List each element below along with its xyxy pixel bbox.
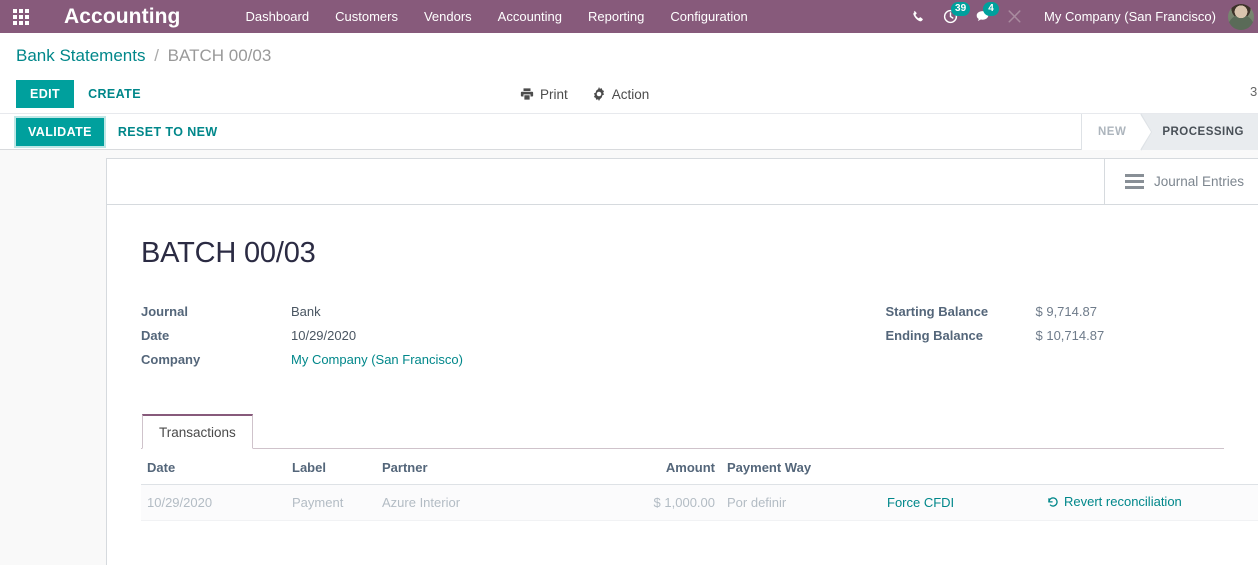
field-ending-balance-label: Ending Balance bbox=[885, 328, 984, 343]
notebook: Transactions Date Label Partner Amount P… bbox=[141, 414, 1258, 521]
systray: 39 4 My Company (San Francisco) bbox=[902, 0, 1258, 33]
column-header-spacer-1 bbox=[881, 449, 1041, 486]
status-pipeline: NEW PROCESSING bbox=[1080, 113, 1258, 151]
journal-entries-label: Journal Entries bbox=[1153, 174, 1244, 189]
transactions-table: Date Label Partner Amount Payment Way 10… bbox=[141, 449, 1258, 521]
revert-reconciliation-button[interactable]: Revert reconciliation bbox=[1047, 494, 1182, 509]
menu-item-accounting[interactable]: Accounting bbox=[485, 0, 575, 33]
create-button[interactable]: CREATE bbox=[88, 87, 141, 101]
company-switcher[interactable]: My Company (San Francisco) bbox=[1030, 9, 1228, 24]
phone-icon bbox=[913, 10, 923, 21]
field-ending-balance-value[interactable]: $ 10,714.87 bbox=[1036, 328, 1105, 343]
cell-partner: Azure Interior bbox=[376, 484, 596, 521]
field-starting-balance-value[interactable]: $ 9,714.87 bbox=[1036, 304, 1097, 319]
page-title: BATCH 00/03 bbox=[141, 237, 316, 269]
table-header-row: Date Label Partner Amount Payment Way bbox=[141, 449, 1258, 486]
menu-item-customers[interactable]: Customers bbox=[322, 0, 411, 33]
breadcrumb: Bank Statements / BATCH 00/03 bbox=[16, 46, 1258, 66]
messages-button[interactable]: 4 bbox=[966, 0, 1000, 33]
menu-item-configuration[interactable]: Configuration bbox=[657, 0, 760, 33]
control-panel-buttons: EDIT CREATE Print Action 3 bbox=[0, 75, 1258, 113]
field-date-label: Date bbox=[141, 328, 170, 343]
column-header-payment-way[interactable]: Payment Way bbox=[721, 449, 881, 486]
field-company-label: Company bbox=[141, 352, 201, 367]
field-date-value[interactable]: 10/29/2020 bbox=[291, 328, 356, 343]
menu-item-vendors[interactable]: Vendors bbox=[411, 0, 485, 33]
edit-button[interactable]: EDIT bbox=[16, 80, 75, 108]
field-company: Company My Company (San Francisco) bbox=[141, 352, 683, 376]
stat-button-box: Journal Entries bbox=[107, 159, 1258, 205]
form-sheet: Journal Entries BATCH 00/03 Journal Bank… bbox=[106, 158, 1258, 565]
print-menu[interactable]: Print bbox=[520, 87, 568, 102]
field-ending-balance: Ending Balance $ 10,714.87 bbox=[886, 328, 1225, 352]
column-header-partner[interactable]: Partner bbox=[376, 449, 596, 486]
breadcrumb-root-link[interactable]: Bank Statements bbox=[16, 46, 145, 65]
status-stage-processing[interactable]: PROCESSING bbox=[1140, 114, 1258, 150]
printer-icon bbox=[520, 88, 534, 100]
revert-reconciliation-label: Revert reconciliation bbox=[1064, 494, 1182, 510]
form-column-right: Starting Balance $ 9,714.87 Ending Balan… bbox=[683, 304, 1225, 376]
field-date: Date 10/29/2020 bbox=[141, 328, 683, 352]
column-header-date[interactable]: Date bbox=[141, 449, 286, 486]
phone-button[interactable] bbox=[902, 0, 934, 33]
menu-item-reporting[interactable]: Reporting bbox=[575, 0, 657, 33]
print-label: Print bbox=[540, 86, 568, 102]
field-company-value[interactable]: My Company (San Francisco) bbox=[291, 352, 463, 367]
cell-amount: $ 1,000.00 bbox=[596, 484, 721, 521]
form-column-left: Journal Bank Date 10/29/2020 Company My … bbox=[141, 304, 683, 376]
activities-button[interactable]: 39 bbox=[934, 0, 971, 33]
control-panel-top: Bank Statements / BATCH 00/03 bbox=[0, 33, 1258, 75]
field-starting-balance-label: Starting Balance bbox=[885, 304, 989, 319]
notebook-tabs: Transactions bbox=[141, 414, 1224, 449]
cell-date: 10/29/2020 bbox=[141, 484, 286, 521]
apps-grid-icon bbox=[13, 8, 29, 25]
cell-revert-reconciliation: Revert reconciliation bbox=[1041, 484, 1258, 521]
revert-arrow-icon bbox=[1048, 496, 1058, 507]
field-journal-value[interactable]: Bank bbox=[291, 304, 321, 319]
app-brand-name[interactable]: Accounting bbox=[42, 5, 191, 29]
reset-to-new-button[interactable]: RESET TO NEW bbox=[118, 125, 218, 139]
breadcrumb-separator: / bbox=[154, 46, 159, 65]
cell-label: Payment bbox=[286, 484, 376, 521]
record-pager[interactable]: 3 bbox=[1250, 84, 1258, 99]
breadcrumb-current: BATCH 00/03 bbox=[167, 46, 272, 65]
column-header-spacer-2 bbox=[1041, 449, 1258, 486]
gear-icon bbox=[593, 87, 604, 101]
cell-force-cfdi: Force CFDI bbox=[881, 484, 1041, 521]
column-header-label[interactable]: Label bbox=[286, 449, 376, 486]
messages-count-badge: 4 bbox=[983, 2, 1000, 16]
form-fields: Journal Bank Date 10/29/2020 Company My … bbox=[141, 304, 1224, 376]
content-area: Journal Entries BATCH 00/03 Journal Bank… bbox=[0, 150, 1258, 565]
action-label: Action bbox=[611, 86, 650, 102]
column-header-amount[interactable]: Amount bbox=[596, 449, 721, 486]
force-cfdi-button[interactable]: Force CFDI bbox=[887, 495, 954, 510]
tools-button[interactable] bbox=[998, 0, 1030, 33]
table-row[interactable]: 10/29/2020 Payment Azure Interior $ 1,00… bbox=[141, 484, 1258, 521]
action-menu[interactable]: Action bbox=[592, 86, 650, 102]
field-starting-balance: Starting Balance $ 9,714.87 bbox=[886, 304, 1225, 328]
apps-menu-toggle[interactable] bbox=[0, 0, 42, 33]
journal-lines-icon bbox=[1124, 174, 1144, 189]
sheet-body: BATCH 00/03 Journal Bank Date 10/29/2020… bbox=[107, 205, 1258, 521]
control-panel-actions: Print Action bbox=[520, 87, 649, 102]
cell-payment-way: Por definir bbox=[721, 484, 881, 521]
user-avatar[interactable] bbox=[1228, 3, 1254, 30]
validate-button[interactable]: VALIDATE bbox=[16, 117, 104, 146]
top-navbar: Accounting Dashboard Customers Vendors A… bbox=[0, 0, 1258, 33]
form-status-bar: VALIDATE RESET TO NEW NEW PROCESSING bbox=[0, 113, 1258, 151]
status-stage-new[interactable]: NEW bbox=[1081, 113, 1153, 151]
tab-transactions[interactable]: Transactions bbox=[142, 414, 253, 449]
menu-item-dashboard[interactable]: Dashboard bbox=[233, 0, 323, 33]
field-journal-label: Journal bbox=[141, 304, 188, 319]
main-menu: Dashboard Customers Vendors Accounting R… bbox=[233, 0, 761, 33]
journal-entries-stat-button[interactable]: Journal Entries bbox=[1103, 159, 1258, 204]
field-journal: Journal Bank bbox=[141, 304, 683, 328]
wrench-tools-icon bbox=[1008, 10, 1021, 23]
